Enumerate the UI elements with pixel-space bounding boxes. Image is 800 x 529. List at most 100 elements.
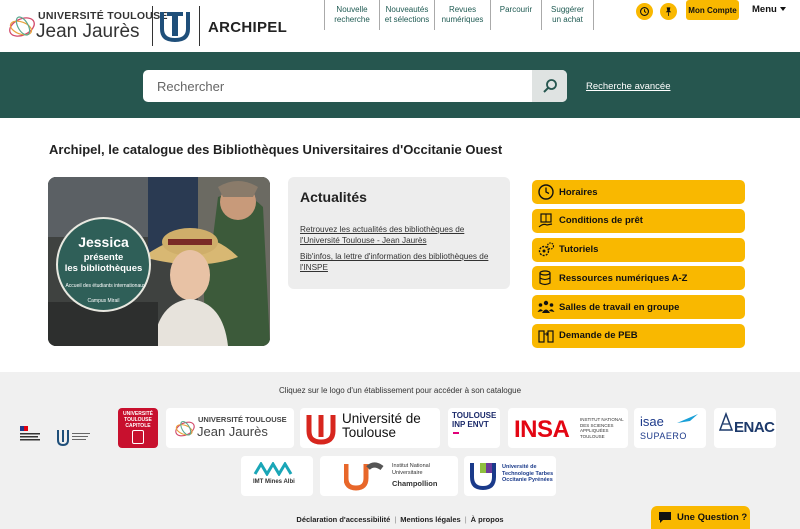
champollion-uc-icon <box>344 462 384 491</box>
capitole-crest-icon <box>132 430 144 444</box>
logo-insa-label: INSA <box>514 416 570 443</box>
promo-name: Jessica <box>78 234 129 250</box>
menu-button[interactable]: Menu <box>752 4 786 15</box>
nav-digital-journals[interactable]: Revues numériques <box>434 0 490 30</box>
promo-line4: Campus Mirail <box>87 298 120 304</box>
quick-link-label: Tutoriels <box>559 244 599 256</box>
nav-new-search[interactable]: Nouvelle recherche <box>324 0 379 30</box>
inp-accent-mark <box>453 432 459 434</box>
chevron-down-icon <box>779 7 786 12</box>
logo-insa[interactable]: INSA INSTITUT NATIONAL DES SCIENCES APPL… <box>508 408 628 448</box>
quick-link-label: Conditions de prêt <box>559 215 643 227</box>
logo-ut-capitole[interactable]: UNIVERSITÉ TOULOUSE CAPITOLE <box>118 408 158 448</box>
logo-isae-supaero[interactable]: isae SUPAERO <box>634 408 706 448</box>
logo-universite-de-toulouse[interactable]: Université de Toulouse <box>300 408 440 448</box>
logo-champollion-sub: Champollion <box>392 479 438 488</box>
logo-enac[interactable]: ENAC <box>714 408 776 448</box>
ut-logo-icon[interactable] <box>160 9 190 43</box>
history-button[interactable] <box>636 3 653 20</box>
quick-link-hours[interactable]: Horaires <box>532 180 745 204</box>
page-title: Archipel, le catalogue des Bibliothèques… <box>49 142 503 157</box>
promo-line1: présente <box>83 252 124 263</box>
news-title: Actualités <box>300 189 367 205</box>
quick-link-label: Horaires <box>559 186 598 198</box>
top-navigation: Nouvelle recherche Nouveautés et sélecti… <box>324 0 594 34</box>
header-divider <box>152 6 153 46</box>
logo-isae-label: isae <box>640 414 664 429</box>
quick-link-label: Ressources numériques A-Z <box>559 272 688 284</box>
ut2j-swirl-icon <box>175 420 195 437</box>
legal-link[interactable]: Mentions légales <box>400 515 460 524</box>
quick-link-digital-resources[interactable]: Ressources numériques A-Z <box>532 266 745 291</box>
promo-line2: les bibliothèques <box>64 263 143 274</box>
account-button[interactable]: Mon Compte <box>686 0 739 20</box>
quick-link-label: Salles de travail en groupe <box>559 301 680 313</box>
exchange-icon <box>536 326 556 346</box>
logo-toulouse-inp-envt[interactable]: TOULOUSE INP ENVT <box>448 408 500 448</box>
logo-insa-sub: INSTITUT NATIONAL DES SCIENCES APPLIQUÉE… <box>580 417 624 439</box>
header-divider <box>199 6 200 46</box>
ut2j-swirl-icon <box>9 16 35 37</box>
search-box <box>143 70 567 102</box>
logo-champollion-label: Institut National Universitaire <box>392 463 430 476</box>
history-icon <box>640 7 649 16</box>
news-card: Actualités Retrouvez les actualités des … <box>288 177 510 289</box>
quick-link-loan-conditions[interactable]: Conditions de prêt <box>532 208 745 233</box>
menu-label: Menu <box>752 4 777 15</box>
search-icon <box>542 79 557 93</box>
news-link[interactable]: Bib'infos, la lettre d'information des b… <box>300 252 500 273</box>
promo-video-card[interactable]: Jessica présente les bibliothèques Accue… <box>48 177 270 346</box>
udt-u-icon <box>306 415 336 445</box>
logo-utt-label: Université de Technologie Tarbes Occitan… <box>502 464 554 483</box>
site-header: UNIVERSITÉ TOULOUSE Jean Jaurès ARCHIPEL… <box>0 0 800 52</box>
logo-ut2j-line1: UNIVERSITÉ TOULOUSE <box>198 415 287 424</box>
question-chat-button[interactable]: Une Question ? <box>651 506 750 529</box>
nav-new-arrivals[interactable]: Nouveautés et sélections <box>379 0 434 30</box>
nav-suggest-purchase[interactable]: Suggérer un achat <box>541 0 594 30</box>
quick-link-interlibrary-loan[interactable]: Demande de PEB <box>532 323 745 348</box>
database-icon <box>536 268 556 288</box>
logo-ut2j-line2: Jean Jaurès <box>197 424 268 439</box>
quick-link-label: Demande de PEB <box>559 330 638 342</box>
imt-mark-icon <box>253 462 293 476</box>
brand-title[interactable]: ARCHIPEL <box>208 19 287 36</box>
promo-badge: Jessica présente les bibliothèques Accue… <box>56 217 151 312</box>
pin-icon <box>665 7 672 16</box>
about-link[interactable]: À propos <box>471 515 504 524</box>
news-link[interactable]: Retrouvez les actualités des bibliothèqu… <box>300 225 500 246</box>
logo-isae-sub: SUPAERO <box>640 431 687 441</box>
nav-browse[interactable]: Parcourir <box>490 0 541 30</box>
utt-u-icon <box>470 463 496 491</box>
search-input[interactable] <box>143 70 533 102</box>
pin-button[interactable] <box>660 3 677 20</box>
ut2j-logo-line2: Jean Jaurès <box>36 21 140 42</box>
footer-separator: | <box>394 515 397 524</box>
logo-udt-label: Université de Toulouse <box>342 411 421 440</box>
clock-icon <box>536 182 556 202</box>
book-hand-icon <box>536 211 556 231</box>
logo-enac-label: ENAC <box>734 419 775 436</box>
logo-ut-capitole-label: UNIVERSITÉ TOULOUSE CAPITOLE <box>122 411 153 429</box>
logo-imt-label: IMT Mines Albi <box>253 479 295 485</box>
footer-caption: Cliquez sur le logo d'un établissement p… <box>278 386 522 395</box>
promo-line3: Accueil des étudiants internationaux <box>65 283 146 289</box>
logo-utt-tarbes[interactable]: Université de Technologie Tarbes Occitan… <box>464 456 556 496</box>
quick-link-tutorials[interactable]: Tutoriels <box>532 237 745 262</box>
logo-ut2j[interactable]: UNIVERSITÉ TOULOUSE Jean Jaurès <box>166 408 294 448</box>
advanced-search-link[interactable]: Recherche avancée <box>586 81 671 92</box>
gears-icon <box>536 240 556 260</box>
logo-champollion[interactable]: Institut National Universitaire Champoll… <box>320 456 458 496</box>
ut2j-logo[interactable]: UNIVERSITÉ TOULOUSE Jean Jaurès <box>6 9 167 45</box>
quick-link-group-rooms[interactable]: Salles de travail en groupe <box>532 295 745 320</box>
republique-francaise-logo <box>20 426 90 447</box>
logo-imt-mines-albi[interactable]: IMT Mines Albi <box>241 456 313 496</box>
logo-inp-label: TOULOUSE INP ENVT <box>452 411 497 429</box>
plane-icon <box>677 414 698 423</box>
accessibility-link[interactable]: Déclaration d'accessibilité <box>296 515 390 524</box>
search-button[interactable] <box>532 70 567 102</box>
group-icon <box>536 297 556 317</box>
question-label: Une Question ? <box>677 512 748 523</box>
footer-separator: | <box>464 515 467 524</box>
search-band: Recherche avancée <box>0 52 800 118</box>
chat-icon <box>659 512 671 523</box>
